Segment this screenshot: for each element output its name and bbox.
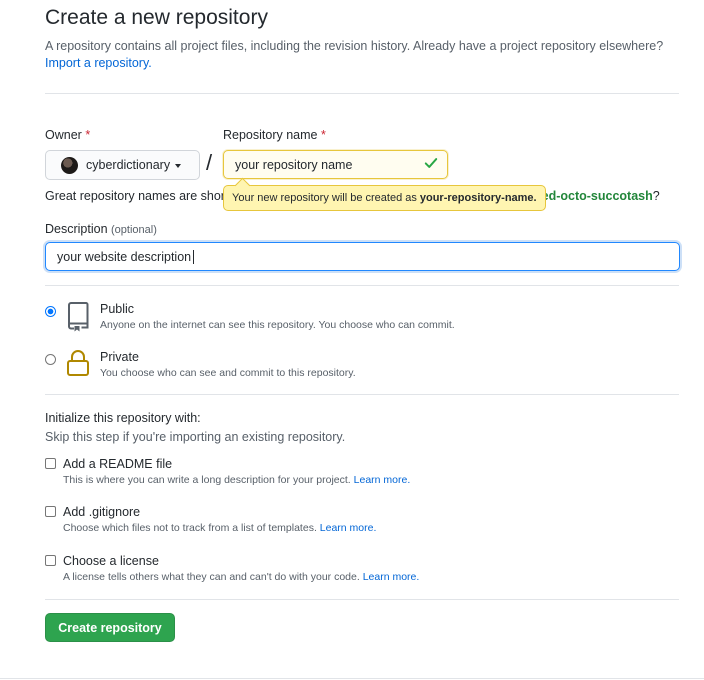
private-title: Private bbox=[100, 350, 139, 364]
owner-value: cyberdictionary bbox=[86, 158, 171, 172]
private-note: You choose who can see and commit to thi… bbox=[100, 367, 356, 379]
repository-name-input[interactable]: your repository name bbox=[223, 150, 448, 179]
license-title: Choose a license bbox=[63, 554, 159, 568]
init-heading: Initialize this repository with: bbox=[45, 411, 201, 425]
readme-title: Add a README file bbox=[63, 457, 173, 471]
page-title: Create a new repository bbox=[45, 6, 268, 29]
import-repository-link[interactable]: Import a repository. bbox=[45, 56, 152, 70]
intro-text: A repository contains all project files,… bbox=[45, 39, 664, 53]
divider bbox=[45, 93, 679, 94]
gitignore-note: Choose which files not to track from a l… bbox=[63, 522, 377, 534]
readme-checkbox[interactable] bbox=[45, 458, 56, 469]
license-checkbox[interactable] bbox=[45, 555, 56, 566]
owner-label: Owner * bbox=[45, 128, 91, 142]
divider bbox=[0, 678, 704, 679]
license-learn-more-link[interactable]: Learn more. bbox=[363, 571, 420, 583]
page-intro: A repository contains all project files,… bbox=[45, 38, 685, 72]
owner-dropdown[interactable]: cyberdictionary bbox=[45, 150, 200, 180]
divider bbox=[45, 394, 679, 395]
divider bbox=[45, 285, 679, 286]
check-icon bbox=[424, 158, 438, 168]
repo-book-icon bbox=[68, 302, 89, 332]
caret-down-icon bbox=[175, 163, 182, 168]
readme-note: This is where you can write a long descr… bbox=[63, 474, 411, 486]
owner-repo-separator: / bbox=[206, 150, 213, 175]
init-subheading: Skip this step if you're importing an ex… bbox=[45, 430, 346, 444]
description-label: Description (optional) bbox=[45, 222, 157, 236]
gitignore-checkbox[interactable] bbox=[45, 506, 56, 517]
name-suggestion[interactable]: ned-octo-succotash? bbox=[534, 189, 660, 203]
create-repository-button[interactable]: Create repository bbox=[45, 613, 175, 642]
text-cursor bbox=[193, 249, 195, 264]
repo-name-tooltip: Your new repository will be created as yo… bbox=[223, 185, 546, 211]
public-note: Anyone on the internet can see this repo… bbox=[100, 319, 455, 331]
description-input[interactable]: your website description bbox=[45, 242, 680, 271]
gitignore-title: Add .gitignore bbox=[63, 505, 141, 519]
repo-name-label: Repository name * bbox=[223, 128, 326, 142]
license-note: A license tells others what they can and… bbox=[63, 571, 420, 583]
readme-learn-more-link[interactable]: Learn more. bbox=[354, 474, 411, 486]
public-radio[interactable] bbox=[45, 306, 56, 317]
name-hint-text: Great repository names are shor bbox=[45, 189, 225, 203]
public-title: Public bbox=[100, 302, 135, 316]
avatar bbox=[61, 156, 78, 174]
gitignore-learn-more-link[interactable]: Learn more. bbox=[320, 522, 377, 534]
divider bbox=[45, 599, 679, 600]
lock-icon bbox=[67, 350, 89, 376]
private-radio[interactable] bbox=[45, 354, 56, 365]
